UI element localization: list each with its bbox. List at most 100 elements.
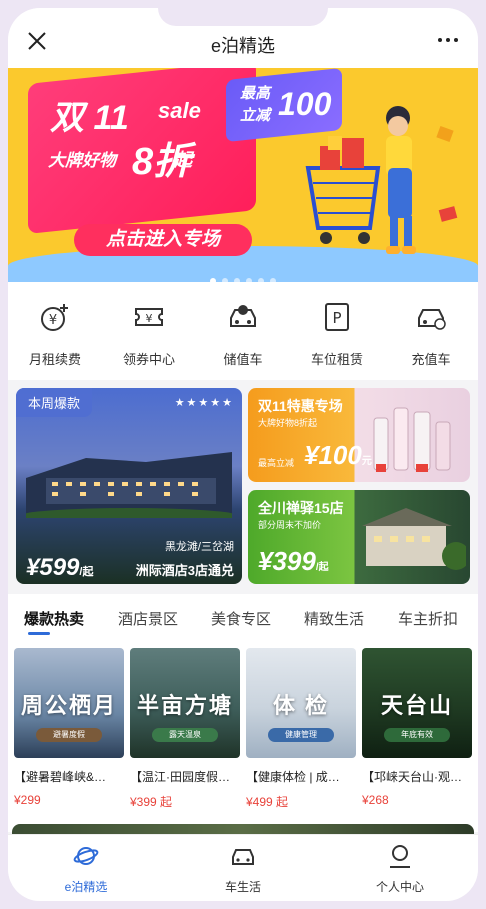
banner-discount-suffix: 起 xyxy=(174,150,192,170)
double11-prefix: 最高立减 xyxy=(258,458,295,468)
banner-promo-b: 立减 xyxy=(240,107,271,124)
zen-inn-price-value: ¥399 xyxy=(258,546,316,576)
nav-car-life-label: 车生活 xyxy=(224,880,261,894)
quick-item-label: 车位租赁 xyxy=(310,352,363,367)
product-title: 【邛崃天台山·观… xyxy=(362,770,462,784)
app-screen: e泊精选 双 11 sale 大牌好物 8折 起 最高 立减 100 点击进入专… xyxy=(8,8,478,901)
page-title: e泊精选 xyxy=(210,36,275,56)
quick-item-label: 领券中心 xyxy=(122,352,175,367)
banner-promo-a: 最高 xyxy=(240,85,271,102)
shopping-cart-illustration xyxy=(305,106,458,254)
product-card[interactable]: 体 检 健康管理 【健康体检 | 成… ¥499 起 xyxy=(246,648,356,810)
product-card[interactable]: 周公栖月 避暑度假 【避暑碧峰峡&… ¥299 xyxy=(14,648,124,807)
quick-item-coupon[interactable]: ¥ 领券中心 xyxy=(102,300,196,368)
product-card[interactable]: 天台山 年底有效 【邛崃天台山·观… ¥268 xyxy=(362,648,472,807)
quick-item-label: 储值车 xyxy=(223,352,263,367)
svg-text:¥: ¥ xyxy=(146,312,153,325)
product-image: 半亩方塘 露天温泉 xyxy=(130,648,240,758)
hotel-location: 黑龙滩/三岔湖 xyxy=(164,541,234,553)
weekly-hot-tag: 本周爆款 xyxy=(16,388,93,417)
zen-inn-price: ¥399/起 xyxy=(258,546,329,577)
quick-item-stored-value-car[interactable]: 储值车 xyxy=(196,300,290,368)
banner-pagination xyxy=(8,271,478,282)
recharge-car-icon xyxy=(418,309,446,330)
product-image: 周公栖月 避暑度假 xyxy=(14,648,124,758)
hotel-building-image xyxy=(26,452,232,518)
banner-title-suffix: sale xyxy=(158,98,201,123)
promo-section: 本周爆款 ★★★★★ 黑龙滩/三岔湖 ¥599/起 洲际酒店3店通兑 双11特惠… xyxy=(8,380,478,594)
product-image-tag: 避暑度假 xyxy=(36,728,102,742)
hotel-price-unit: /起 xyxy=(79,566,94,578)
zen-inn-card[interactable]: 全川禅驿15店 部分周末不加价 ¥399/起 xyxy=(248,490,470,584)
planet-icon xyxy=(73,847,99,865)
coupon-icon: ¥ xyxy=(135,308,163,326)
tab-hot-sale[interactable]: 爆款热卖 xyxy=(24,608,84,629)
svg-text:P: P xyxy=(332,309,341,327)
user-icon xyxy=(390,845,410,868)
cosmetics-image xyxy=(373,407,451,472)
product-price: ¥499 起 xyxy=(246,795,289,809)
double11-subtitle: 大牌好物8折起 xyxy=(258,418,318,428)
parking-lease-icon: P xyxy=(325,303,349,331)
product-image-tag: 年底有效 xyxy=(384,728,450,742)
nav-profile-label: 个人中心 xyxy=(375,880,424,894)
hotel-name: 洲际酒店3店通兑 xyxy=(135,563,234,578)
quick-menu: ¥ 月租续费 ¥ 领券中心 储值车 P 车位租赁 充值车 xyxy=(8,282,478,380)
category-tabs: 爆款热卖 酒店景区 美食专区 精致生活 车主折扣 xyxy=(8,594,478,642)
double11-price: ¥100元 xyxy=(304,440,372,471)
product-price: ¥399 起 xyxy=(130,795,173,809)
double11-card[interactable]: 双11特惠专场 大牌好物8折起 最高立减 ¥100元 xyxy=(248,388,470,482)
double11-price-value: ¥100 xyxy=(304,440,362,470)
product-image-title: 半亩方塘 xyxy=(136,693,233,718)
double11-title: 双11特惠专场 xyxy=(258,398,343,414)
product-title: 【温江·田园度假… xyxy=(130,770,230,784)
monthly-rent-icon: ¥ xyxy=(41,304,68,331)
product-title: 【健康体检 | 成… xyxy=(246,770,340,784)
quick-item-label: 充值车 xyxy=(411,352,451,367)
quick-item-monthly-rent[interactable]: ¥ 月租续费 xyxy=(8,300,102,368)
phone-frame: e泊精选 双 11 sale 大牌好物 8折 起 最高 立减 100 点击进入专… xyxy=(0,0,486,909)
nav-home-label: e泊精选 xyxy=(64,880,108,894)
product-image-title: 体 检 xyxy=(272,693,330,718)
more-icon[interactable] xyxy=(436,32,460,48)
zen-inn-price-unit: /起 xyxy=(315,562,329,573)
nav-home[interactable]: e泊精选 xyxy=(8,843,164,895)
product-price: ¥268 xyxy=(362,793,389,807)
product-list: 周公栖月 避暑度假 【避暑碧峰峡&… ¥299 半亩方塘 露天温泉 【温江·田园… xyxy=(8,642,478,832)
tab-food[interactable]: 美食专区 xyxy=(211,608,271,629)
product-card[interactable]: 半亩方塘 露天温泉 【温江·田园度假… ¥399 起 xyxy=(130,648,240,810)
product-image-title: 周公栖月 xyxy=(20,693,117,718)
quick-item-label: 月租续费 xyxy=(28,352,81,367)
hotel-price-value: ¥599 xyxy=(26,554,80,581)
star-rating: ★★★★★ xyxy=(174,397,234,409)
nav-car-life[interactable]: 车生活 xyxy=(165,843,321,895)
quick-item-parking-lease[interactable]: P 车位租赁 xyxy=(290,300,384,368)
tab-fine-living[interactable]: 精致生活 xyxy=(304,608,364,629)
active-tab-indicator xyxy=(28,632,50,635)
product-image: 体 检 健康管理 xyxy=(246,648,356,758)
product-image: 天台山 年底有效 xyxy=(362,648,472,758)
banner-cta-button[interactable]: 点击进入专场 xyxy=(74,224,252,256)
bottom-nav: e泊精选 车生活 个人中心 xyxy=(8,834,478,901)
weekly-hot-card[interactable]: 本周爆款 ★★★★★ 黑龙滩/三岔湖 ¥599/起 洲际酒店3店通兑 xyxy=(16,388,242,584)
notch xyxy=(158,8,328,26)
tab-car-owner-discount[interactable]: 车主折扣 xyxy=(398,608,458,629)
product-image-tag: 露天温泉 xyxy=(152,728,218,742)
banner-title: 双 11 xyxy=(50,99,129,137)
svg-text:¥: ¥ xyxy=(49,313,57,328)
banner-subtitle: 大牌好物 xyxy=(48,151,116,170)
tab-hotel-scenic[interactable]: 酒店景区 xyxy=(118,608,178,629)
zen-inn-subtitle: 部分周末不加价 xyxy=(258,520,322,530)
product-image-title: 天台山 xyxy=(380,693,453,718)
promo-banner[interactable]: 双 11 sale 大牌好物 8折 起 最高 立减 100 点击进入专场 xyxy=(8,68,478,282)
nav-profile[interactable]: 个人中心 xyxy=(322,843,478,895)
quick-item-recharge-car[interactable]: 充值车 xyxy=(384,300,478,368)
stored-value-car-icon xyxy=(230,305,256,327)
product-price: ¥299 xyxy=(14,793,41,807)
zen-inn-image xyxy=(362,508,466,570)
car-icon xyxy=(232,849,254,865)
zen-inn-title: 全川禅驿15店 xyxy=(258,500,344,516)
product-title: 【避暑碧峰峡&… xyxy=(14,770,107,784)
hotel-price: ¥599/起 xyxy=(26,554,93,582)
product-image-tag: 健康管理 xyxy=(268,728,334,742)
